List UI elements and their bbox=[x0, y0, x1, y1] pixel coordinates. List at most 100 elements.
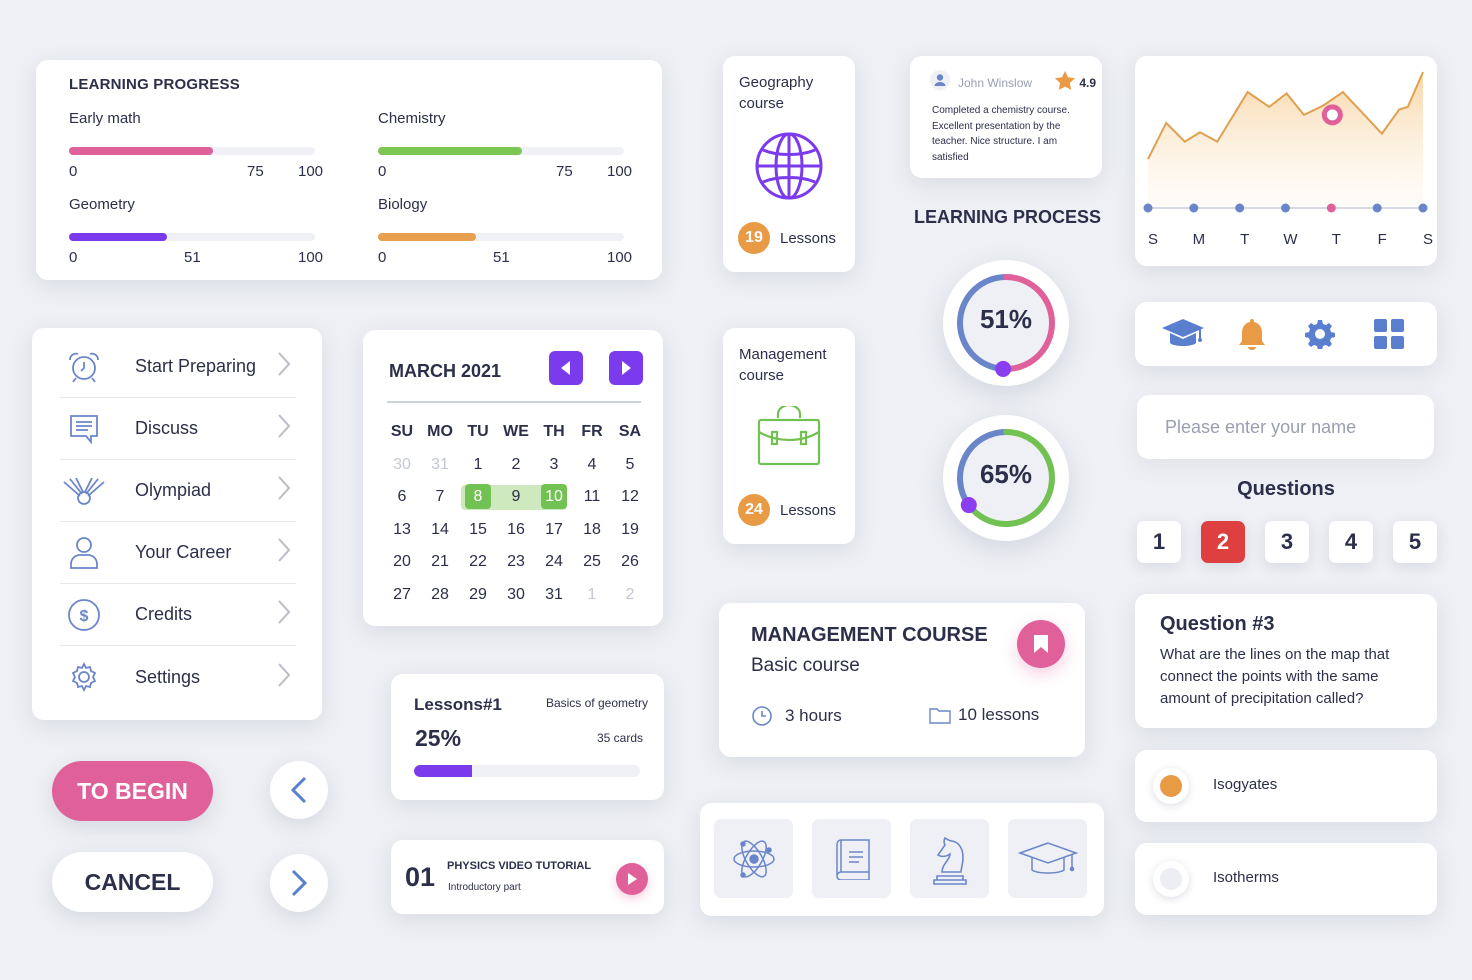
calendar-day[interactable]: 18 bbox=[573, 521, 611, 539]
tick-value: 51 bbox=[184, 249, 201, 266]
calendar-day[interactable]: 30 bbox=[383, 456, 421, 474]
calendar-day[interactable]: 19 bbox=[611, 521, 649, 539]
question-button-1[interactable]: 1 bbox=[1137, 521, 1181, 563]
answer-option-isotherms[interactable]: Isotherms bbox=[1135, 843, 1437, 915]
calendar-day[interactable]: 9 bbox=[497, 488, 535, 506]
calendar-day[interactable]: 15 bbox=[459, 521, 497, 539]
calendar-day[interactable]: 14 bbox=[421, 521, 459, 539]
progress-fill bbox=[69, 233, 167, 241]
next-button[interactable] bbox=[270, 854, 328, 912]
axis-day-dot[interactable] bbox=[1281, 203, 1290, 213]
axis-day-dot[interactable] bbox=[1189, 203, 1199, 213]
chevron-right-icon bbox=[276, 598, 296, 631]
weekday-label: TH bbox=[543, 423, 565, 441]
calendar-day[interactable]: 7 bbox=[421, 488, 459, 506]
question-button-2[interactable]: 2 bbox=[1201, 521, 1245, 563]
weekday-label: FR bbox=[581, 423, 603, 441]
calendar-day[interactable]: 6 bbox=[383, 488, 421, 506]
calendar-day[interactable]: 21 bbox=[421, 553, 459, 571]
axis-day-dot[interactable] bbox=[1372, 203, 1382, 213]
calendar-day[interactable]: 31 bbox=[421, 456, 459, 474]
bookmark-button[interactable] bbox=[1017, 620, 1065, 668]
subject-physics-tile[interactable] bbox=[714, 819, 793, 898]
calendar-day[interactable]: 3 bbox=[535, 456, 573, 474]
play-button[interactable] bbox=[616, 863, 648, 895]
calendar-day[interactable]: 29 bbox=[459, 586, 497, 604]
video-tutorial-card[interactable]: 01 PHYSICS VIDEO TUTORIAL Introductory p… bbox=[391, 840, 664, 914]
calendar-day[interactable]: 2 bbox=[497, 456, 535, 474]
settings-button[interactable] bbox=[1296, 310, 1344, 358]
axis-day-dot[interactable] bbox=[1235, 203, 1245, 213]
cancel-button[interactable]: CANCEL bbox=[52, 852, 213, 912]
calendar-day[interactable]: 17 bbox=[535, 521, 573, 539]
apps-grid-button[interactable] bbox=[1365, 310, 1413, 358]
calendar-day[interactable]: 12 bbox=[611, 488, 649, 506]
calendar-day[interactable]: 30 bbox=[497, 586, 535, 604]
axis-day-dot[interactable] bbox=[1143, 203, 1153, 213]
previous-button[interactable] bbox=[270, 761, 328, 819]
calendar-day[interactable]: 25 bbox=[573, 553, 611, 571]
subject-literature-tile[interactable] bbox=[812, 819, 891, 898]
calendar-day[interactable]: 11 bbox=[573, 488, 611, 506]
tutorial-number: 01 bbox=[405, 862, 436, 892]
axis-day-dot[interactable] bbox=[1326, 203, 1336, 213]
calendar-day[interactable]: 1 bbox=[459, 456, 497, 474]
menu-item-start-preparing[interactable]: Start Preparing bbox=[60, 336, 296, 398]
axis-day-dot[interactable] bbox=[1418, 203, 1428, 213]
calendar-day[interactable]: 13 bbox=[383, 521, 421, 539]
to-begin-button[interactable]: TO BEGIN bbox=[52, 761, 213, 821]
calendar-day[interactable]: 2 bbox=[611, 586, 649, 604]
calendar-day[interactable]: 22 bbox=[459, 553, 497, 571]
calendar-day[interactable]: 1 bbox=[573, 586, 611, 604]
question-button-3[interactable]: 3 bbox=[1265, 521, 1309, 563]
menu-item-olympiad[interactable]: Olympiad bbox=[60, 460, 296, 522]
calendar-prev-button[interactable] bbox=[549, 351, 583, 385]
progress-label: Chemistry bbox=[378, 110, 446, 127]
menu-item-credits[interactable]: $ Credits bbox=[60, 584, 296, 646]
lesson-progress-card[interactable]: Lessons#1 Basics of geometry 25% 35 card… bbox=[391, 674, 664, 800]
question-button-5[interactable]: 5 bbox=[1393, 521, 1437, 563]
question-button-4[interactable]: 4 bbox=[1329, 521, 1373, 563]
calendar-day[interactable]: 31 bbox=[535, 586, 573, 604]
radio-button[interactable] bbox=[1153, 861, 1189, 897]
calendar-day[interactable]: 27 bbox=[383, 586, 421, 604]
menu-item-your-career[interactable]: Your Career bbox=[60, 522, 296, 584]
radio-button[interactable] bbox=[1153, 768, 1189, 804]
subject-education-tile[interactable] bbox=[1008, 819, 1087, 898]
graduation-cap-button[interactable] bbox=[1159, 310, 1207, 358]
calendar-week-row: 30 31 1 2 3 4 5 bbox=[383, 449, 649, 482]
progress-early-math: Early math 0 75 100 bbox=[69, 110, 325, 181]
answer-option-isogyates[interactable]: Isogyates bbox=[1135, 750, 1437, 822]
ring-knob[interactable] bbox=[960, 497, 977, 514]
management-course-card[interactable]: Management course 24 Lessons bbox=[723, 328, 855, 544]
calendar-day[interactable]: 4 bbox=[573, 456, 611, 474]
course-detail-card[interactable]: MANAGEMENT COURSE Basic course 3 hours 1… bbox=[719, 603, 1085, 757]
calendar-day[interactable]: 24 bbox=[535, 553, 573, 571]
calendar-day[interactable]: 5 bbox=[611, 456, 649, 474]
menu-item-discuss[interactable]: Discuss bbox=[60, 398, 296, 460]
calendar-day[interactable]: 16 bbox=[497, 521, 535, 539]
calendar-day[interactable]: 20 bbox=[383, 553, 421, 571]
geography-course-card[interactable]: Geography course 19 Lessons bbox=[723, 56, 855, 272]
ring-knob[interactable] bbox=[995, 360, 1012, 377]
icon-toolbar bbox=[1135, 302, 1437, 366]
highlight-point-marker[interactable] bbox=[1321, 104, 1343, 126]
calendar-day-selected[interactable]: 10 bbox=[535, 484, 573, 510]
calendar-week-row: 20 21 22 23 24 25 26 bbox=[383, 546, 649, 579]
subject-chess-tile[interactable] bbox=[910, 819, 989, 898]
weekday-label: SU bbox=[390, 423, 414, 441]
calendar-day[interactable]: 26 bbox=[611, 553, 649, 571]
calendar-card: MARCH 2021 SU MO TU WE TH FR SA 30 31 1 2 3 4 5 6 7 8 9 10… bbox=[363, 330, 663, 626]
calendar-day-selected[interactable]: 8 bbox=[459, 484, 497, 510]
bell-button[interactable] bbox=[1228, 310, 1276, 358]
menu-item-settings[interactable]: Settings bbox=[60, 646, 296, 708]
calendar-day[interactable]: 28 bbox=[421, 586, 459, 604]
progress-chemistry: Chemistry 0 75 100 bbox=[378, 110, 634, 181]
lesson-cards: 35 cards bbox=[596, 731, 643, 745]
chart-svg: SMTWTFS bbox=[1143, 71, 1433, 248]
medal-icon bbox=[60, 476, 108, 506]
calendar-next-button[interactable] bbox=[609, 351, 643, 385]
calendar-day[interactable]: 23 bbox=[497, 553, 535, 571]
name-input[interactable] bbox=[1137, 395, 1434, 459]
progress-fill bbox=[378, 147, 522, 155]
